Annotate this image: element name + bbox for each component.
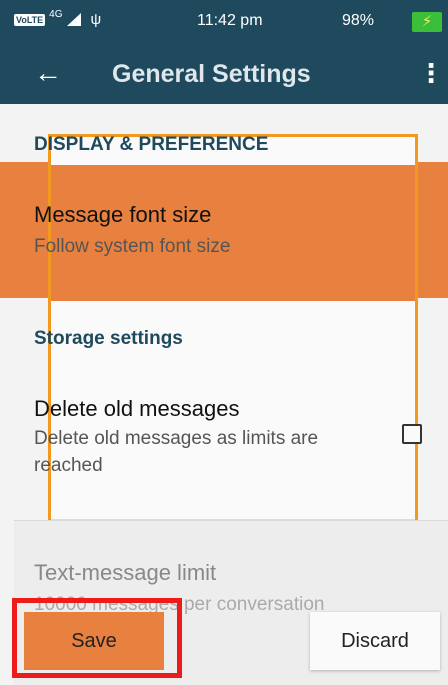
storage-settings-header: Storage settings [34,328,183,349]
more-vert-icon[interactable]: ⋮ [418,58,444,88]
delete-old-messages-checkbox[interactable] [402,424,422,444]
display-preference-header: DISPLAY & PREFERENCE [34,134,269,155]
status-left-icons: VoLTE 4G ψ [14,9,102,28]
battery-charging-icon: ⚡ [412,12,442,32]
status-time: 11:42 pm [197,12,263,29]
delete-old-messages-title[interactable]: Delete old messages [34,396,239,422]
status-bar: VoLTE 4G ψ 11:42 pm 98% ⚡ [0,0,448,46]
font-size-subtitle: Follow system font size [34,236,231,257]
network-type-label: 4G [49,9,63,20]
battery-percent: 98% [342,12,375,29]
app-bar: ← General Settings ⋮ [0,46,448,104]
dialog-highlight-band [51,165,415,301]
discard-button[interactable]: Discard [310,612,440,670]
back-arrow-icon[interactable]: ← [34,58,62,88]
volte-icon: VoLTE [14,13,46,26]
font-size-title[interactable]: Message font size [34,202,211,228]
save-button[interactable]: Save [24,612,164,670]
text-message-limit-title[interactable]: Text-message limit [34,560,216,586]
signal-icon [66,13,81,26]
page-title: General Settings [112,60,311,88]
usb-icon: ψ [90,11,102,28]
delete-old-messages-subtitle-1: Delete old messages as limits are [34,428,319,449]
delete-old-messages-subtitle-2: reached [34,455,103,476]
